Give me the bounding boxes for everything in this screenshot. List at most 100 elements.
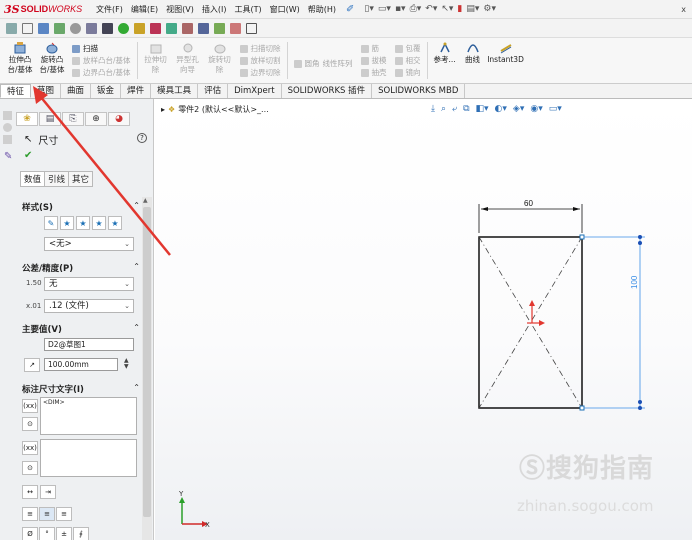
more-symbols-button[interactable]: ∮ — [73, 527, 89, 540]
new-doc-icon[interactable]: ▯▾ — [364, 4, 373, 14]
side-strip-icon-2[interactable] — [3, 123, 12, 132]
boundary-cut-button[interactable]: 边界切除 — [239, 68, 281, 78]
toolbar-icon-5[interactable] — [70, 22, 81, 34]
toolbar-icon-8[interactable] — [118, 22, 129, 34]
shell-button[interactable]: 抽壳 — [360, 68, 387, 78]
sweep-cut-button[interactable]: 扫描切除 — [239, 44, 281, 54]
hole-wizard-button[interactable]: 异型孔 向导 — [172, 38, 204, 83]
menu-help[interactable]: 帮助(H) — [304, 4, 340, 15]
align-right-icon[interactable]: ≡ — [56, 507, 72, 521]
text-position-icon[interactable]: (xx) — [22, 399, 38, 413]
corner-point[interactable] — [579, 234, 585, 240]
tolerance-type-select[interactable]: 无 ⌄ — [44, 277, 134, 291]
dim-width-text[interactable]: 60 — [524, 199, 533, 208]
instant3d-button[interactable]: Instant3D — [486, 38, 526, 83]
primary-value-section-header[interactable]: 主要值(V) ⌃ — [22, 323, 140, 335]
wrap-button[interactable]: 包覆 — [394, 44, 421, 54]
panel-scrollbar[interactable]: ▲ — [142, 197, 152, 540]
apply-default-style-icon[interactable]: ✎ — [44, 216, 58, 230]
tab-sheet-metal[interactable]: 钣金 — [91, 84, 122, 98]
options-icon[interactable]: ⚙▾ — [483, 4, 496, 14]
tab-features[interactable]: 特征 — [0, 84, 32, 98]
tolerance-section-header[interactable]: 公差/精度(P) ⌃ — [22, 262, 140, 274]
toolbar-icon-7[interactable] — [102, 22, 113, 34]
tab-dimxpert[interactable]: DimXpert — [228, 84, 282, 98]
intersect-button[interactable]: 相交 — [394, 56, 421, 66]
add-style-icon[interactable]: ★ — [60, 216, 74, 230]
toolbar-icon-1[interactable] — [6, 22, 17, 34]
style-select[interactable]: <无> ⌄ — [44, 237, 134, 251]
plus-minus-symbol-button[interactable]: ± — [56, 527, 72, 540]
menu-edit[interactable]: 编辑(E) — [127, 4, 162, 15]
wrench-icon[interactable]: ✎ — [4, 151, 12, 162]
degree-symbol-button[interactable]: ° — [39, 527, 55, 540]
revolve-boss-button[interactable]: 旋转凸 台/基体 — [36, 38, 68, 83]
scroll-up-icon[interactable]: ▲ — [143, 197, 148, 204]
dimension-text-section-header[interactable]: 标注尺寸文字(I) ⌃ — [22, 383, 140, 395]
align-left-icon[interactable]: ≡ — [22, 507, 38, 521]
print-icon[interactable]: ⎙▾ — [410, 4, 422, 14]
toolbar-icon-6[interactable] — [86, 22, 97, 34]
menu-view[interactable]: 视图(V) — [162, 4, 198, 15]
primary-value-icon[interactable]: ↗ — [24, 358, 40, 372]
dimension-name-field[interactable]: D2@草图1 — [44, 338, 134, 351]
tab-solidworks-addins[interactable]: SOLIDWORKS 插件 — [282, 84, 373, 98]
toolbar-icon-14[interactable] — [214, 22, 225, 34]
graphics-area[interactable]: ▸ ❖ 零件2 (默认<<默认>_... ⤓ ⌕ ⤶ ⧉ ◧▾ ◐▾ ◈▾ ◉▾… — [155, 99, 692, 540]
dimension-value-field[interactable]: 100.00mm — [44, 358, 118, 371]
help-icon[interactable]: ? — [137, 133, 147, 143]
subtab-leaders[interactable]: 引线 — [44, 171, 70, 187]
toolbar-icon-16[interactable] — [246, 22, 257, 34]
dimension-text-area-2[interactable] — [40, 439, 137, 477]
toolbar-icon-11[interactable] — [166, 22, 177, 34]
toolbar-icon-12[interactable] — [182, 22, 193, 34]
delete-style-icon[interactable]: ★ — [76, 216, 90, 230]
inspect-icon[interactable]: ↔ — [22, 485, 38, 499]
dim-handle[interactable] — [638, 406, 642, 410]
toolbar-icon-13[interactable] — [198, 22, 209, 34]
select-icon[interactable]: ↖▾ — [441, 4, 453, 14]
solidworks-logo[interactable]: 3S SOLID WORKS — [0, 3, 92, 16]
side-strip-icon-1[interactable] — [3, 111, 12, 120]
boundary-boss-button[interactable]: 边界凸台/基体 — [72, 68, 131, 78]
pin-icon[interactable]: ✐ — [346, 4, 354, 15]
menu-insert[interactable]: 插入(I) — [198, 4, 231, 15]
add-parentheses-icon[interactable]: ⇥ — [40, 485, 56, 499]
file-properties-icon[interactable]: ▤▾ — [466, 4, 479, 14]
value-spinner-icon[interactable]: ▲ ▼ — [124, 358, 129, 370]
reference-geometry-button[interactable]: 参考... — [430, 38, 460, 83]
extrude-cut-button[interactable]: 拉伸切 除 — [140, 38, 172, 83]
diameter-symbol-button[interactable]: Ø — [22, 527, 38, 540]
subtab-other[interactable]: 其它 — [68, 171, 94, 187]
mirror-button[interactable]: 镜向 — [394, 68, 421, 78]
ok-check-icon[interactable]: ✔ — [24, 150, 32, 161]
sweep-button[interactable]: 扫描 — [72, 44, 131, 54]
rebuild-icon[interactable]: ▮ — [457, 4, 462, 14]
fillet-button[interactable]: 圆角 线性阵列 — [293, 59, 353, 69]
collapse-icon[interactable]: ⌃ — [133, 383, 140, 395]
tab-surfaces[interactable]: 曲面 — [61, 84, 92, 98]
toolbar-icon-2[interactable] — [22, 22, 33, 34]
tab-evaluate[interactable]: 评估 — [198, 84, 229, 98]
collapse-icon[interactable]: ⌃ — [133, 323, 140, 335]
toolbar-icon-10[interactable] — [150, 22, 161, 34]
rib-button[interactable]: 筋 — [360, 44, 387, 54]
curves-button[interactable]: 曲线 — [460, 38, 486, 83]
dim-handle[interactable] — [638, 241, 642, 245]
collapse-icon[interactable]: ⌃ — [133, 201, 140, 213]
corner-point[interactable] — [579, 405, 585, 411]
style-section-header[interactable]: 样式(S) ⌃ — [22, 201, 140, 213]
tab-sketch[interactable]: 草图 — [31, 84, 62, 98]
menu-file[interactable]: 文件(F) — [92, 4, 127, 15]
property-manager-tab[interactable]: ▤ — [39, 112, 61, 126]
load-style-icon[interactable]: ★ — [108, 216, 122, 230]
undo-icon[interactable]: ↶▾ — [425, 4, 437, 14]
side-strip-icon-3[interactable] — [3, 135, 12, 144]
menu-window[interactable]: 窗口(W) — [266, 4, 304, 15]
dim-height-text[interactable]: 100 — [630, 275, 639, 289]
text-link-icon-2[interactable]: ⊙ — [22, 461, 38, 475]
toolbar-icon-3[interactable] — [38, 22, 49, 34]
tab-weldments[interactable]: 焊件 — [121, 84, 152, 98]
toolbar-icon-9[interactable] — [134, 22, 145, 34]
loft-cut-button[interactable]: 放样切割 — [239, 56, 281, 66]
